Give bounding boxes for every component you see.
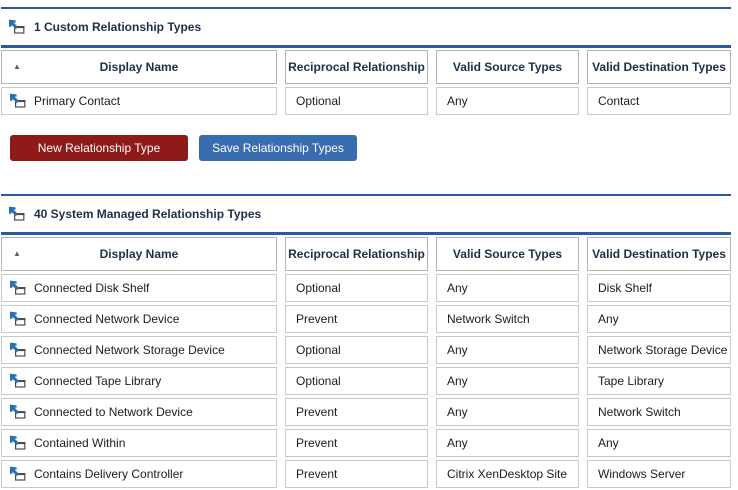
- table-cell-valid-source-types[interactable]: Any: [436, 367, 579, 395]
- column-header-display-name[interactable]: ▲ Display Name: [1, 50, 277, 84]
- save-relationship-types-button[interactable]: Save Relationship Types: [199, 135, 357, 161]
- table-cell-reciprocal-relationship[interactable]: Optional: [285, 367, 428, 395]
- column-header-reciprocal-relationship[interactable]: Reciprocal Relationship: [285, 237, 428, 271]
- sort-ascending-icon[interactable]: ▲: [13, 249, 21, 258]
- table-cell-valid-source-types[interactable]: Any: [436, 336, 579, 364]
- relationship-type-icon: [8, 206, 25, 222]
- column-header-valid-destination-types[interactable]: Valid Destination Types: [587, 237, 731, 271]
- relationship-type-icon: [9, 342, 26, 358]
- relationship-type-icon: [9, 311, 26, 327]
- section-header: 40 System Managed Relationship Types: [1, 194, 731, 232]
- table-cell-valid-source-types[interactable]: Any: [436, 87, 579, 115]
- section-header: 1 Custom Relationship Types: [1, 7, 731, 45]
- relationship-type-icon: [8, 19, 25, 35]
- table-cell-reciprocal-relationship[interactable]: Prevent: [285, 460, 428, 488]
- table-cell-valid-source-types[interactable]: Any: [436, 429, 579, 457]
- table-cell-valid-destination-types[interactable]: Network Switch: [587, 398, 731, 426]
- table-cell-valid-destination-types[interactable]: Any: [587, 305, 731, 333]
- table-cell-reciprocal-relationship[interactable]: Optional: [285, 336, 428, 364]
- column-header-valid-destination-types[interactable]: Valid Destination Types: [587, 50, 731, 84]
- table-cell-reciprocal-relationship[interactable]: Optional: [285, 274, 428, 302]
- table-cell-display-name[interactable]: Contains Delivery Controller: [1, 460, 277, 488]
- table-cell-display-name[interactable]: Connected Disk Shelf: [1, 274, 277, 302]
- system-managed-relationship-types-section: 40 System Managed Relationship Types ▲ D…: [1, 194, 731, 488]
- table-cell-display-name[interactable]: Contained Within: [1, 429, 277, 457]
- table-cell-reciprocal-relationship[interactable]: Prevent: [285, 305, 428, 333]
- table-cell-valid-destination-types[interactable]: Network Storage Device: [587, 336, 731, 364]
- table-cell-reciprocal-relationship[interactable]: Prevent: [285, 398, 428, 426]
- table-cell-display-name[interactable]: Primary Contact: [1, 87, 277, 115]
- relationship-type-icon: [9, 404, 26, 420]
- table-cell-display-name[interactable]: Connected Network Device: [1, 305, 277, 333]
- table-cell-valid-source-types[interactable]: Network Switch: [436, 305, 579, 333]
- custom-relationship-types-section: 1 Custom Relationship Types ▲ Display Na…: [1, 7, 731, 115]
- custom-relationship-table: ▲ Display Name Reciprocal Relationship V…: [1, 45, 731, 115]
- column-header-reciprocal-relationship[interactable]: Reciprocal Relationship: [285, 50, 428, 84]
- display-name-text: Connected Tape Library: [34, 374, 161, 388]
- display-name-text: Connected Network Device: [34, 312, 179, 326]
- display-name-text: Primary Contact: [34, 94, 120, 108]
- table-cell-display-name[interactable]: Connected Tape Library: [1, 367, 277, 395]
- display-name-text: Contains Delivery Controller: [34, 467, 183, 481]
- sort-ascending-icon[interactable]: ▲: [13, 62, 21, 71]
- action-buttons: New Relationship Type Save Relationship …: [10, 135, 731, 161]
- relationship-types-page: 1 Custom Relationship Types ▲ Display Na…: [1, 7, 731, 488]
- column-header-valid-source-types[interactable]: Valid Source Types: [436, 50, 579, 84]
- column-header-valid-source-types[interactable]: Valid Source Types: [436, 237, 579, 271]
- display-name-text: Contained Within: [34, 436, 125, 450]
- table-cell-display-name[interactable]: Connected to Network Device: [1, 398, 277, 426]
- table-cell-valid-source-types[interactable]: Citrix XenDesktop Site: [436, 460, 579, 488]
- display-name-text: Connected Disk Shelf: [34, 281, 149, 295]
- table-cell-valid-destination-types[interactable]: Tape Library: [587, 367, 731, 395]
- new-relationship-type-button[interactable]: New Relationship Type: [10, 135, 188, 161]
- relationship-type-icon: [9, 435, 26, 451]
- relationship-type-icon: [9, 373, 26, 389]
- column-header-display-name[interactable]: ▲ Display Name: [1, 237, 277, 271]
- display-name-text: Connected Network Storage Device: [34, 343, 225, 357]
- table-cell-valid-source-types[interactable]: Any: [436, 398, 579, 426]
- table-cell-valid-destination-types[interactable]: Contact: [587, 87, 731, 115]
- table-cell-reciprocal-relationship[interactable]: Optional: [285, 87, 428, 115]
- table-cell-valid-destination-types[interactable]: Disk Shelf: [587, 274, 731, 302]
- table-cell-valid-destination-types[interactable]: Any: [587, 429, 731, 457]
- display-name-text: Connected to Network Device: [34, 405, 193, 419]
- system-managed-relationship-table: ▲ Display Name Reciprocal Relationship V…: [1, 232, 731, 488]
- section-title: 1 Custom Relationship Types: [34, 20, 201, 34]
- table-cell-reciprocal-relationship[interactable]: Prevent: [285, 429, 428, 457]
- table-cell-display-name[interactable]: Connected Network Storage Device: [1, 336, 277, 364]
- relationship-type-icon: [9, 93, 26, 109]
- table-cell-valid-destination-types[interactable]: Windows Server: [587, 460, 731, 488]
- section-title: 40 System Managed Relationship Types: [34, 207, 261, 221]
- relationship-type-icon: [9, 466, 26, 482]
- table-cell-valid-source-types[interactable]: Any: [436, 274, 579, 302]
- relationship-type-icon: [9, 280, 26, 296]
